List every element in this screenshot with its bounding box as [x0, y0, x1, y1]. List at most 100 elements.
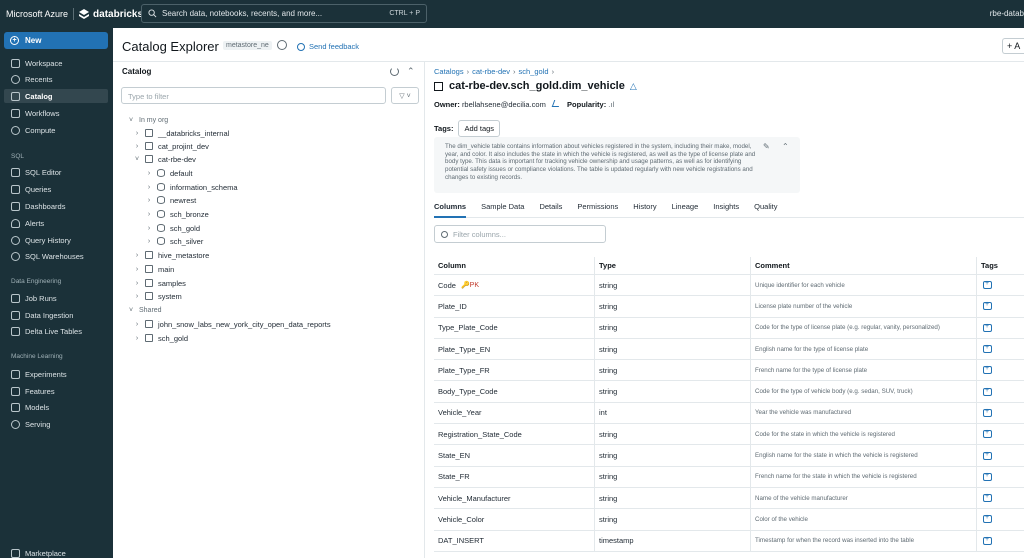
add-tag-icon[interactable]: [983, 514, 992, 524]
tab-permissions[interactable]: Permissions: [577, 202, 618, 218]
add-tag-icon[interactable]: [983, 472, 992, 481]
header-tags[interactable]: Tags: [976, 257, 1024, 274]
sidebar-item-compute[interactable]: Compute: [4, 123, 108, 137]
gear-icon[interactable]: [277, 40, 287, 50]
sidebar-item-label: Queries: [25, 184, 52, 194]
sidebar-item-job-runs[interactable]: Job Runs: [4, 291, 108, 305]
tree-item-shared[interactable]: › sch_gold: [133, 332, 188, 344]
send-feedback-link[interactable]: Send feedback: [297, 42, 359, 51]
breadcrumb-catalog[interactable]: cat-rbe-dev: [472, 67, 510, 76]
add-tag-icon[interactable]: [983, 301, 992, 311]
column-filter-input[interactable]: Filter columns...: [434, 225, 606, 243]
add-tag-icon[interactable]: [983, 429, 992, 439]
new-button[interactable]: + New: [4, 32, 108, 49]
tree-group-shared[interactable]: ˅ Shared: [127, 304, 162, 316]
table-row[interactable]: Plate_Type_EN string English name for the …: [434, 338, 1024, 361]
sidebar-item-delta-live-tables[interactable]: Delta Live Tables: [4, 324, 108, 338]
sidebar-item-experiments[interactable]: Experiments: [4, 367, 108, 381]
refresh-icon[interactable]: [390, 67, 399, 76]
add-tag-icon[interactable]: [983, 451, 992, 460]
tree-item-catalog[interactable]: › main: [133, 263, 174, 275]
header-column[interactable]: Column: [438, 257, 588, 274]
tree-item-schema[interactable]: › sch_gold: [145, 222, 200, 234]
sidebar-item-catalog[interactable]: Catalog: [4, 89, 108, 103]
edit-owner-icon[interactable]: [551, 100, 562, 107]
table-row[interactable]: State_EN string English name for the state…: [434, 445, 1024, 467]
table-row[interactable]: Plate_ID string License plate number of th…: [434, 296, 1024, 318]
sidebar-item-dashboards[interactable]: Dashboards: [4, 199, 108, 213]
sidebar-item-data-ingestion[interactable]: Data Ingestion: [4, 308, 108, 322]
catalog-icon: [145, 265, 153, 273]
sidebar-item-workspace[interactable]: Workspace: [4, 56, 108, 70]
sidebar-item-alerts[interactable]: Alerts: [4, 216, 108, 230]
column-tags-cell: [976, 466, 1024, 487]
chevron-up-icon[interactable]: ⌃: [407, 66, 415, 77]
table-row[interactable]: Vehicle_Color string Color of the vehicle: [434, 509, 1024, 531]
breadcrumb-schema[interactable]: sch_gold: [519, 67, 549, 76]
add-tag-icon[interactable]: [983, 344, 992, 354]
pk-label: PK: [469, 282, 479, 290]
sidebar-item-serving[interactable]: Serving: [4, 417, 108, 431]
add-tag-icon[interactable]: [983, 536, 992, 545]
add-tag-icon[interactable]: [983, 365, 992, 375]
tree-item-catalog[interactable]: › hive_metastore: [133, 249, 209, 261]
table-row[interactable]: Type_Plate_Code string Code for the type o…: [434, 317, 1024, 339]
filter-dropdown-button[interactable]: ▽ ˅: [391, 87, 419, 104]
sidebar-item-models[interactable]: Models: [4, 400, 108, 414]
breadcrumb-catalogs[interactable]: Catalogs: [434, 67, 464, 76]
databricks-logo[interactable]: databricks: [79, 9, 143, 20]
tree-item-schema[interactable]: › sch_silver: [145, 235, 204, 247]
add-tag-icon[interactable]: [983, 387, 992, 396]
add-tag-icon[interactable]: [983, 493, 992, 503]
sidebar-item-recents[interactable]: Recents: [4, 72, 108, 86]
tab-insights[interactable]: Insights: [713, 202, 739, 218]
add-tag-icon[interactable]: [983, 408, 992, 417]
tree-item-schema[interactable]: › newrest: [145, 194, 196, 206]
add-tags-button[interactable]: Add tags: [458, 120, 501, 137]
sidebar-item-sql-warehouses[interactable]: SQL Warehouses: [4, 249, 108, 263]
workspace-user-menu[interactable]: rbe-datab: [990, 9, 1024, 18]
tab-sample-data[interactable]: Sample Data: [481, 202, 524, 218]
table-row[interactable]: Code 🔑PK string Unique identifier for each …: [434, 275, 1024, 297]
catalog-filter-input[interactable]: Type to filter: [121, 87, 386, 104]
tree-item-schema[interactable]: › sch_bronze: [145, 208, 209, 220]
tree-item-schema[interactable]: › information_schema: [145, 181, 238, 193]
tree-item-schema[interactable]: › default: [145, 167, 193, 179]
sidebar-item-queries[interactable]: Queries: [4, 182, 108, 196]
table-row[interactable]: DAT_INSERT timestamp Timestamp for when th…: [434, 530, 1024, 552]
tab-columns[interactable]: Columns: [434, 202, 467, 218]
table-row[interactable]: Registration_State_Code string Code for th…: [434, 424, 1024, 446]
page-header: Catalog Explorer metastore_ne Send feedb…: [113, 28, 1024, 62]
sidebar-item-features[interactable]: Features: [4, 384, 108, 398]
add-data-button[interactable]: + A: [1002, 38, 1024, 54]
header-type[interactable]: Type: [594, 257, 744, 274]
tab-history[interactable]: History: [633, 202, 656, 218]
tree-item-catalog[interactable]: › samples: [133, 277, 186, 289]
table-row[interactable]: Body_Type_Code string Code for the type of…: [434, 381, 1024, 403]
tree-item-catalog[interactable]: › system: [133, 290, 182, 302]
tab-quality[interactable]: Quality: [754, 202, 777, 218]
add-tag-icon[interactable]: [983, 280, 992, 290]
table-row[interactable]: Plate_Type_FR string French name for the t…: [434, 360, 1024, 382]
table-row[interactable]: Vehicle_Year int Year the vehicle was manu…: [434, 402, 1024, 425]
column-name: Type_Plate_Code: [438, 323, 498, 333]
column-name-cell: Registration_State_Code: [438, 424, 588, 444]
tree-item-catalog[interactable]: › __databricks_internal: [133, 127, 229, 139]
edit-description-icon[interactable]: ✎: [763, 142, 770, 151]
header-comment[interactable]: Comment: [750, 257, 974, 274]
sidebar-item-marketplace[interactable]: Marketplace: [4, 546, 108, 558]
sidebar-item-query-history[interactable]: Query History: [4, 233, 108, 247]
sidebar-item-sql-editor[interactable]: SQL Editor: [4, 165, 108, 179]
tree-group-in-my-org[interactable]: ˅ In my org: [127, 114, 168, 126]
sidebar-item-workflows[interactable]: Workflows: [4, 106, 108, 120]
tab-lineage[interactable]: Lineage: [672, 202, 699, 218]
tree-item-catalog[interactable]: ˅ cat-rbe-dev: [133, 153, 196, 165]
tree-item-shared[interactable]: › john_snow_labs_new_york_city_open_data_…: [133, 318, 331, 330]
table-row[interactable]: State_FR string French name for the state …: [434, 466, 1024, 488]
tree-item-catalog[interactable]: › cat_projint_dev: [133, 140, 209, 152]
tab-details[interactable]: Details: [539, 202, 562, 218]
table-row[interactable]: Vehicle_Manufacturer string Name of the ve…: [434, 487, 1024, 510]
add-tag-icon[interactable]: [983, 323, 992, 332]
chevron-up-icon[interactable]: ⌃: [782, 142, 789, 151]
global-search-input[interactable]: Search data, notebooks, recents, and mor…: [141, 4, 427, 23]
